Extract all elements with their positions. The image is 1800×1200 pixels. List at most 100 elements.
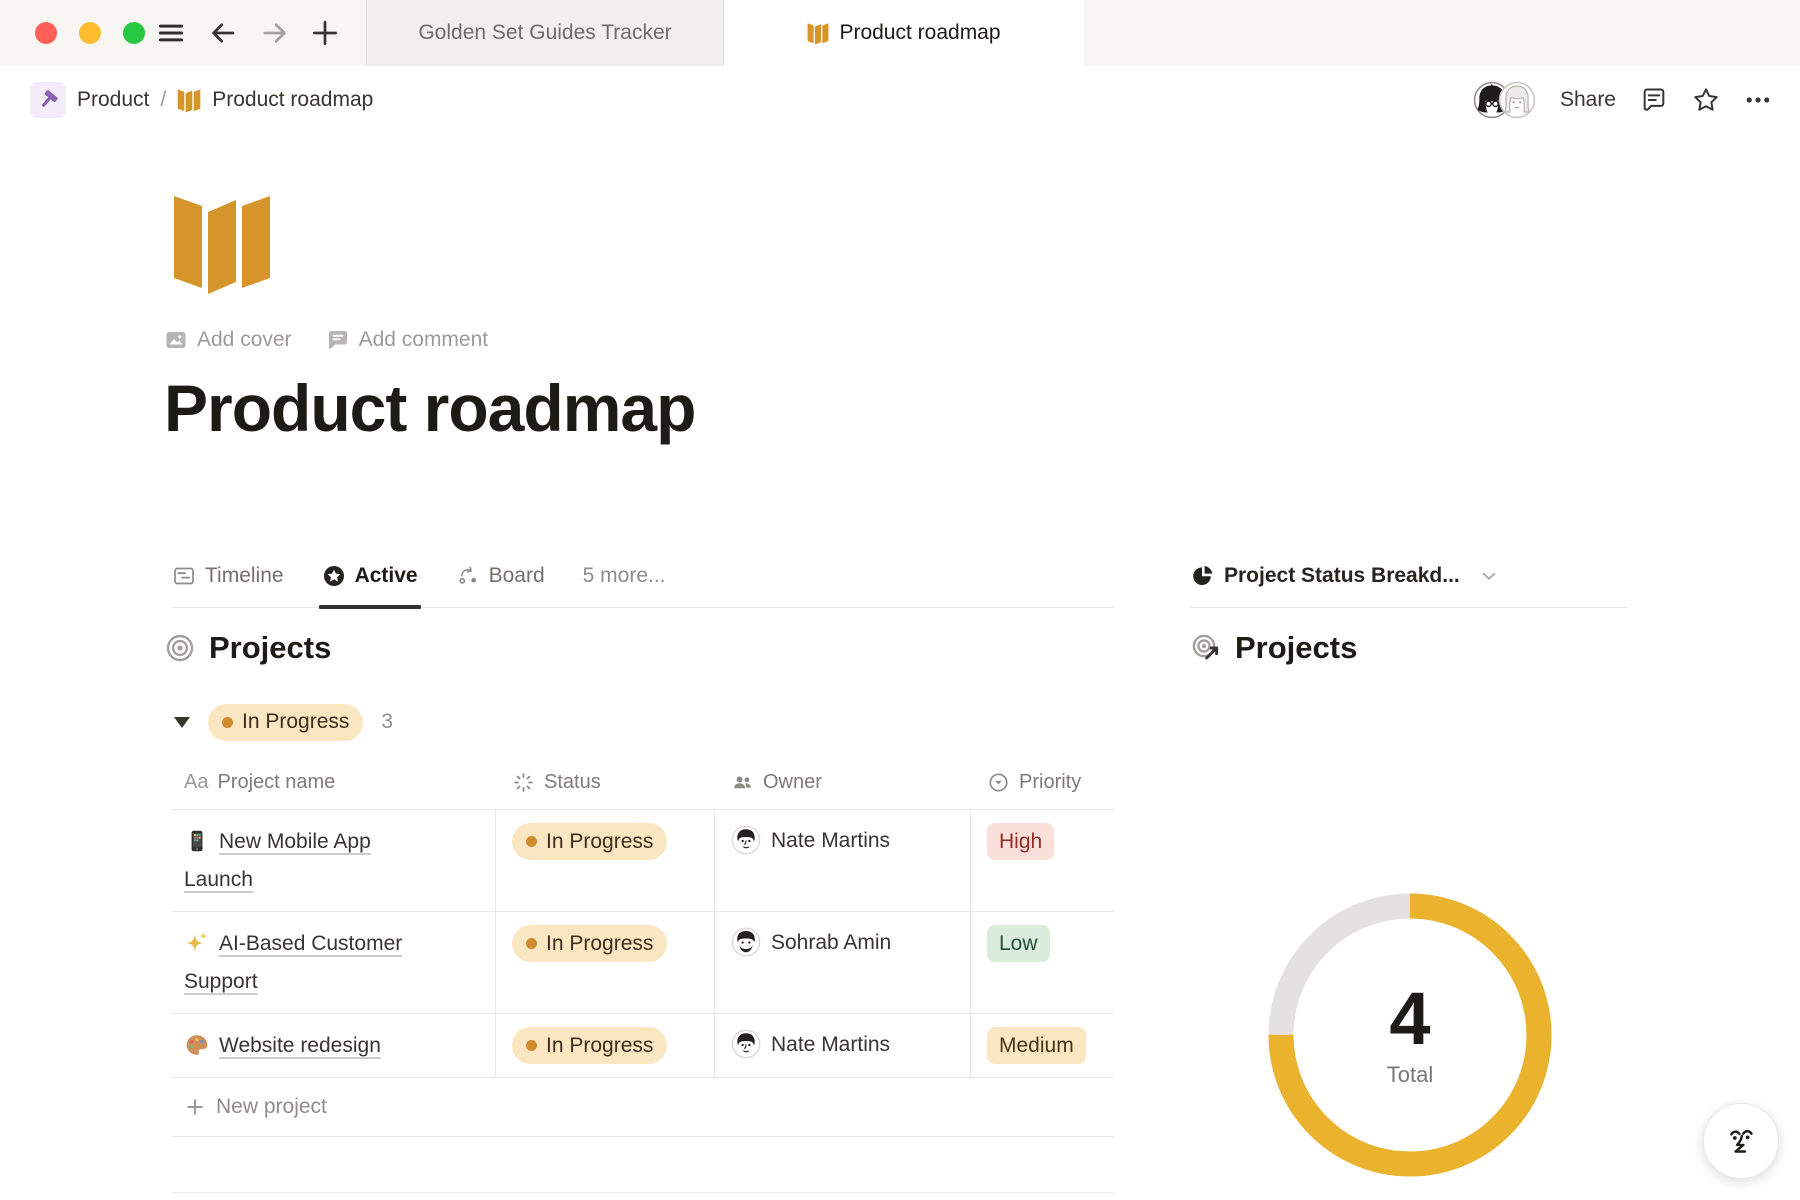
status-spinner-icon <box>512 771 535 794</box>
workspace-icon-box[interactable] <box>30 82 66 118</box>
minimize-window-button[interactable] <box>79 22 101 44</box>
add-comment-label: Add comment <box>359 328 489 352</box>
priority-cell: Low <box>971 912 1114 1013</box>
favorite-star-icon[interactable] <box>1692 86 1720 114</box>
back-icon[interactable] <box>208 18 238 48</box>
chevron-down-icon[interactable] <box>1478 565 1500 587</box>
page-canvas: Add cover Add comment Product roadmap Ti… <box>0 138 1800 1200</box>
ai-face-icon <box>1723 1123 1759 1159</box>
donut-total-value: 4 <box>1389 982 1430 1056</box>
table-row: Website redesign In Progress Nate Martin… <box>172 1014 1114 1078</box>
more-views-label: 5 more... <box>583 564 666 588</box>
hammer-icon <box>37 89 59 111</box>
tab-golden-set-guides-tracker[interactable]: Golden Set Guides Tracker <box>367 0 724 66</box>
comment-icon <box>326 328 350 352</box>
project-icon <box>184 1032 210 1058</box>
breadcrumb-current[interactable]: Product roadmap <box>212 88 373 112</box>
status-cell: In Progress <box>496 1014 715 1077</box>
project-name-cell: New Mobile App Launch <box>172 810 496 911</box>
add-comment-button[interactable]: Add comment <box>326 328 489 352</box>
window-tab-bar: Golden Set Guides Tracker Product roadma… <box>0 0 1800 66</box>
avatar <box>1498 81 1536 119</box>
right-view-tab[interactable]: Project Status Breakd... <box>1190 545 1627 608</box>
close-window-button[interactable] <box>35 22 57 44</box>
menu-icon[interactable] <box>156 18 186 48</box>
project-name-cell: AI-Based Customer Support <box>172 912 496 1013</box>
project-name-link[interactable]: Website redesign <box>219 1034 381 1057</box>
project-icon <box>184 828 210 854</box>
priority-badge[interactable]: Medium <box>987 1027 1086 1064</box>
priority-badge[interactable]: Low <box>987 925 1050 962</box>
column-header-priority[interactable]: Priority <box>971 755 1114 809</box>
project-name-cell: Website redesign <box>172 1014 496 1077</box>
status-label: In Progress <box>546 830 653 854</box>
group-status-badge[interactable]: In Progress <box>208 704 363 741</box>
page-map-icon[interactable] <box>172 190 272 296</box>
column-header-owner[interactable]: Owner <box>715 755 971 809</box>
chart-section-heading: Projects <box>1190 630 1357 666</box>
owner-name: Nate Martins <box>771 1027 890 1063</box>
collapse-toggle-icon[interactable] <box>174 717 190 728</box>
people-icon <box>731 771 754 794</box>
priority-cell: Medium <box>971 1014 1114 1077</box>
column-label: Project name <box>217 771 335 794</box>
group-label: In Progress <box>242 710 349 734</box>
breadcrumb-root[interactable]: Product <box>77 88 149 112</box>
group-count: 3 <box>381 710 393 734</box>
table-row: AI-Based Customer Support In Progress So… <box>172 912 1114 1014</box>
column-header-project-name[interactable]: Aa Project name <box>172 755 496 809</box>
share-button[interactable]: Share <box>1560 88 1616 112</box>
donut-center: 4 Total <box>1268 893 1552 1177</box>
breadcrumb: Product / Product roadmap <box>30 82 373 118</box>
avatar <box>731 927 761 957</box>
group-header-row: In Progress 3 <box>174 700 393 744</box>
pie-chart-icon <box>1190 564 1214 588</box>
more-views-button[interactable]: 5 more... <box>583 545 666 607</box>
page-decoration-actions: Add cover Add comment <box>164 328 488 352</box>
comments-icon[interactable] <box>1640 86 1668 114</box>
forward-icon <box>260 18 290 48</box>
section-divider <box>172 1192 1114 1193</box>
status-dot <box>526 938 537 949</box>
add-cover-button[interactable]: Add cover <box>164 328 292 352</box>
tab-product-roadmap[interactable]: Product roadmap <box>724 0 1084 66</box>
owner-cell[interactable]: Nate Martins <box>715 1014 971 1077</box>
project-name-link[interactable]: New Mobile App Launch <box>184 830 371 891</box>
status-badge[interactable]: In Progress <box>512 1027 667 1064</box>
more-options-icon[interactable] <box>1744 86 1772 114</box>
column-label: Owner <box>763 771 822 794</box>
page-title[interactable]: Product roadmap <box>164 370 695 446</box>
column-header-status[interactable]: Status <box>496 755 715 809</box>
tab-timeline[interactable]: Timeline <box>172 545 284 607</box>
priority-icon <box>987 771 1010 794</box>
new-project-button[interactable]: New project <box>172 1078 1114 1137</box>
priority-badge[interactable]: High <box>987 823 1054 860</box>
avatar <box>731 825 761 855</box>
table-body: New Mobile App Launch In Progress Nate M… <box>172 810 1114 1078</box>
projects-table: Aa Project name Status Owner Priority <box>172 755 1114 1137</box>
owner-cell[interactable]: Nate Martins <box>715 810 971 911</box>
avatar <box>731 1029 761 1059</box>
new-project-label: New project <box>216 1095 327 1119</box>
bullseye-icon <box>164 632 196 664</box>
tab-board[interactable]: Board <box>456 545 545 607</box>
tab-label: Board <box>489 564 545 588</box>
zoom-window-button[interactable] <box>123 22 145 44</box>
project-name-link[interactable]: AI-Based Customer Support <box>184 932 402 993</box>
tab-label: Active <box>355 564 418 588</box>
owner-name: Sohrab Amin <box>771 925 891 961</box>
status-badge[interactable]: In Progress <box>512 823 667 860</box>
ai-assistant-button[interactable] <box>1703 1103 1779 1179</box>
section-title[interactable]: Projects <box>1235 630 1357 666</box>
collaborator-avatars[interactable] <box>1473 81 1536 119</box>
tab-active[interactable]: Active <box>322 545 418 607</box>
table-row: New Mobile App Launch In Progress Nate M… <box>172 810 1114 912</box>
status-badge[interactable]: In Progress <box>512 925 667 962</box>
owner-cell[interactable]: Sohrab Amin <box>715 912 971 1013</box>
star-circle-icon <box>322 564 346 588</box>
new-tab-icon[interactable] <box>310 18 340 48</box>
right-view-label: Project Status Breakd... <box>1224 564 1460 588</box>
column-label: Priority <box>1019 771 1081 794</box>
owner-name: Nate Martins <box>771 823 890 859</box>
active-tab-underline <box>319 605 421 609</box>
